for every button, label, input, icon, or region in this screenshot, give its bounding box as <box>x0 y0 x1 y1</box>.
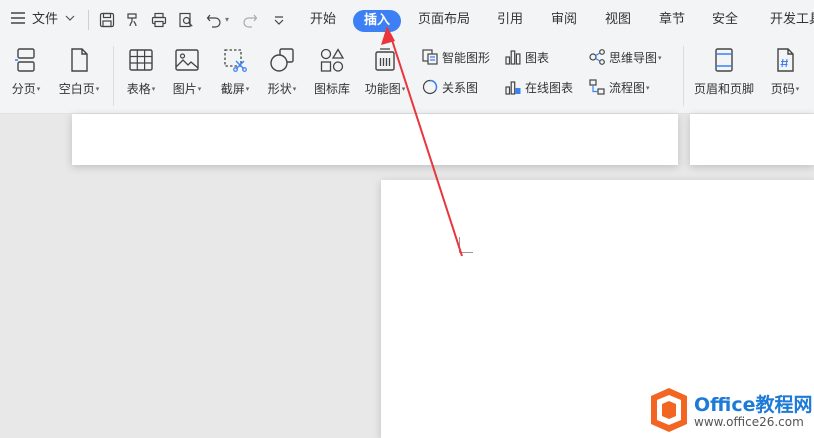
blank-page-label: 空白页 <box>58 82 95 96</box>
chart-icon <box>505 50 521 65</box>
redo-icon[interactable] <box>242 12 258 28</box>
tab-references[interactable]: 引用 <box>497 0 523 40</box>
page-break-icon <box>15 48 35 72</box>
tab-insert[interactable]: 插入 <box>353 10 401 32</box>
table-button[interactable]: 表格▾ <box>120 46 162 97</box>
previous-page-right <box>690 114 814 165</box>
format-painter-icon[interactable] <box>125 12 141 28</box>
shape-icon <box>270 48 294 72</box>
screenshot-button[interactable]: 截屏▾ <box>213 46 257 97</box>
tab-view[interactable]: 视图 <box>605 0 631 40</box>
tab-chapter[interactable]: 章节 <box>659 0 685 40</box>
flowchart-button[interactable]: 流程图▾ <box>588 77 650 99</box>
relation-chart-label: 关系图 <box>442 81 479 95</box>
picture-label: 图片 <box>172 82 197 96</box>
undo-dropdown-icon[interactable]: ▾ <box>225 0 229 40</box>
undo-icon[interactable] <box>206 12 222 28</box>
divider <box>113 46 114 106</box>
icon-library-label: 图标库 <box>313 82 350 96</box>
online-chart-button[interactable]: 在线图表 <box>504 77 573 99</box>
mind-map-button[interactable]: 思维导图▾ <box>588 47 662 69</box>
page-number-label: 页码 <box>770 82 795 96</box>
file-menu-label: 文件 <box>32 12 59 27</box>
page-number-button[interactable]: 页码▾ <box>764 46 806 97</box>
text-margin-marker <box>459 237 473 253</box>
icon-library-icon <box>320 48 345 72</box>
relation-chart-button[interactable]: 关系图 <box>421 77 478 99</box>
menu-bar: 文件 ▾ 开始 插入 页面布局 引用 审阅 视图 章节 安全 开发工具 <box>0 0 814 40</box>
header-footer-label: 页眉和页脚 <box>693 82 754 96</box>
table-icon <box>129 49 153 71</box>
tab-page-layout[interactable]: 页面布局 <box>418 0 470 40</box>
divider <box>683 46 684 106</box>
watermark: Office教程网 www.office26.com <box>648 386 814 438</box>
tab-developer-tools[interactable]: 开发工具 <box>770 0 814 40</box>
page-number-icon <box>777 48 794 72</box>
table-label: 表格 <box>126 82 151 96</box>
function-chart-button[interactable]: 功能图▾ <box>360 46 410 97</box>
icon-library-button[interactable]: 图标库 <box>309 46 355 97</box>
save-icon[interactable] <box>99 12 115 28</box>
chevron-down-icon <box>65 15 75 21</box>
blank-page-icon <box>71 48 88 72</box>
previous-page <box>72 114 678 165</box>
tab-home[interactable]: 开始 <box>310 0 336 40</box>
smart-graphic-label: 智能图形 <box>442 51 491 65</box>
picture-button[interactable]: 图片▾ <box>166 46 208 97</box>
watermark-url: www.office26.com <box>694 415 804 429</box>
tab-review[interactable]: 审阅 <box>551 0 577 40</box>
function-chart-icon <box>375 48 395 71</box>
flowchart-label: 流程图 <box>609 81 646 95</box>
relation-chart-icon <box>422 79 438 95</box>
smart-graphic-button[interactable]: 智能图形 <box>421 47 490 69</box>
print-icon[interactable] <box>151 12 167 28</box>
watermark-title: Office教程网 <box>694 394 813 416</box>
screenshot-icon <box>224 49 247 72</box>
flowchart-icon <box>589 79 605 95</box>
ribbon-insert: 分页▾ 空白页▾ 表格▾ 图片▾ 截屏▾ 形状▾ 图标库 功能图▾ 智能图形 图… <box>0 40 814 114</box>
customize-toolbar-icon[interactable] <box>271 12 287 28</box>
tab-security[interactable]: 安全 <box>712 0 738 40</box>
divider <box>88 10 89 30</box>
chart-button[interactable]: 图表 <box>504 47 549 69</box>
page-break-button[interactable]: 分页▾ <box>4 46 48 97</box>
print-preview-icon[interactable] <box>178 12 194 28</box>
header-footer-icon <box>715 48 733 72</box>
blank-page-button[interactable]: 空白页▾ <box>52 46 106 97</box>
function-chart-label: 功能图 <box>364 82 401 96</box>
online-chart-icon <box>505 81 521 95</box>
header-footer-button[interactable]: 页眉和页脚 <box>689 46 759 97</box>
online-chart-label: 在线图表 <box>525 81 574 95</box>
smart-graphic-icon <box>422 49 438 65</box>
shape-label: 形状 <box>267 82 292 96</box>
screenshot-label: 截屏 <box>220 82 245 96</box>
page-break-label: 分页 <box>11 82 36 96</box>
file-menu[interactable]: 文件 <box>32 0 76 40</box>
shape-button[interactable]: 形状▾ <box>261 46 303 97</box>
mind-map-label: 思维导图 <box>609 51 658 65</box>
chart-label: 图表 <box>525 51 550 65</box>
picture-icon <box>175 49 199 71</box>
menu-hamburger-icon[interactable] <box>10 0 26 40</box>
mind-map-icon <box>589 49 605 65</box>
office-logo-icon <box>651 388 687 432</box>
